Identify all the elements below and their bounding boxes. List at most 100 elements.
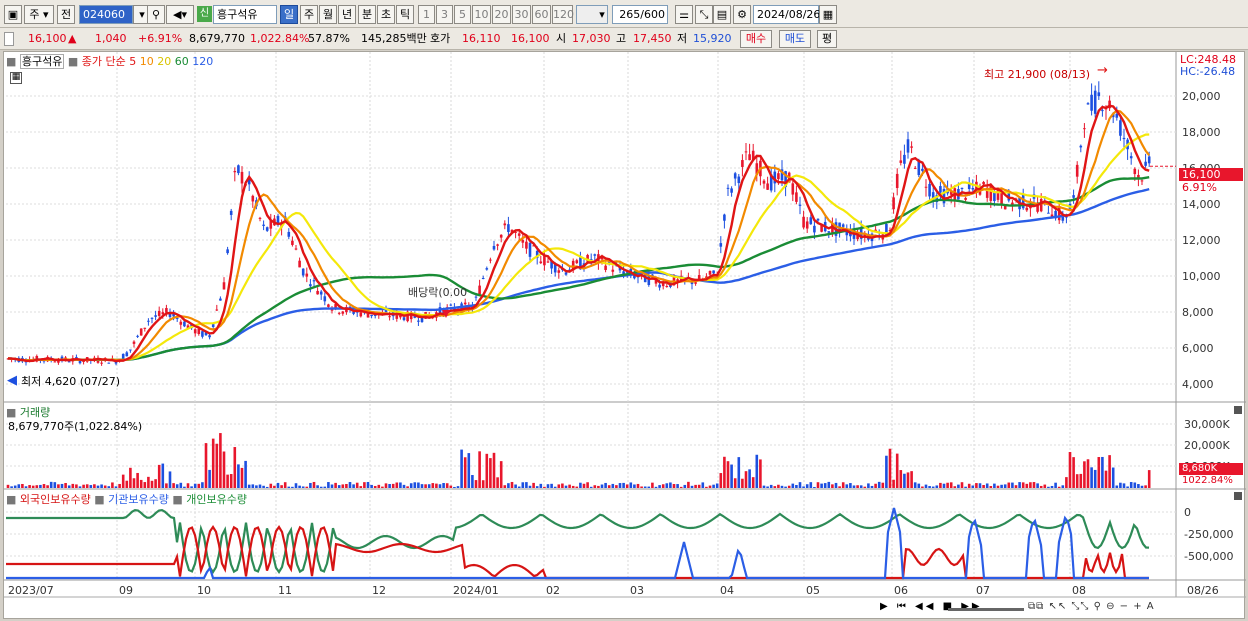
candle-body [327, 304, 330, 307]
volume-bar [553, 486, 557, 488]
period-year[interactable]: 년 [338, 5, 356, 24]
volume-bar [690, 485, 694, 488]
interval-1[interactable]: 1 [418, 5, 435, 24]
volume-bar [856, 485, 859, 488]
holder-close-icon[interactable] [1234, 492, 1242, 500]
volume-bar [759, 459, 762, 488]
interval-60[interactable]: 60 [532, 5, 551, 24]
volume-bar [665, 483, 669, 488]
zoom-controls[interactable]: ⧉⧉ ↖↖ ⤡⤡ ⚲ ⊖ − + A [1028, 601, 1155, 612]
volume-bar [219, 433, 222, 488]
calendar-icon[interactable]: ▦ [819, 5, 837, 24]
candle-body [226, 249, 229, 254]
interval-120[interactable]: 120 [552, 5, 574, 24]
volume-bar [568, 484, 571, 488]
candle-body [463, 302, 467, 305]
chart-area[interactable]: 20,00018,00016,00014,00012,00010,0008,00… [3, 51, 1246, 620]
interval-3[interactable]: 3 [436, 5, 453, 24]
save-icon[interactable]: ▤ [713, 5, 731, 24]
candle-body [237, 165, 240, 174]
volume-bar [262, 485, 265, 488]
volume-bar [881, 482, 885, 488]
high-price: 17,450 [633, 32, 672, 45]
period-month[interactable]: 월 [319, 5, 337, 24]
volume-bar [420, 484, 424, 488]
candle-body [712, 270, 715, 274]
institution-holding-line [6, 507, 1149, 580]
candle-body [1119, 120, 1122, 136]
volume-bar [622, 482, 625, 488]
volume-bar [391, 483, 395, 488]
period-week[interactable]: 주 [300, 5, 318, 24]
volume-bar [629, 482, 633, 488]
candle-body [708, 270, 712, 275]
date-field[interactable]: 2024/08/26 [753, 5, 820, 24]
crosshair-icon[interactable]: ⤡ [695, 5, 713, 24]
volume-bar [301, 486, 305, 488]
candle-body [507, 224, 510, 233]
scroll-slider[interactable] [948, 608, 1024, 611]
chart-canvas[interactable]: 20,00018,00016,00014,00012,00010,0008,00… [4, 52, 1246, 620]
volume-bar [489, 458, 492, 488]
settings-icon[interactable]: ⚙ [733, 5, 751, 24]
volume-bar [413, 482, 417, 488]
search-icon[interactable]: ⚲ [147, 5, 165, 24]
quote-checkbox[interactable] [4, 32, 14, 46]
candle-body [1047, 212, 1050, 214]
page-count-field[interactable]: 265/600 [612, 5, 668, 24]
table-toggle-icon[interactable]: ▦ [10, 72, 22, 84]
candle-body [154, 315, 157, 317]
volume-bar [748, 469, 751, 488]
volume-bar [24, 486, 28, 488]
candle-body [125, 352, 129, 357]
candle-body [809, 217, 813, 225]
period-second[interactable]: 초 [377, 5, 395, 24]
volume-bar [96, 485, 100, 488]
volume-bar [870, 485, 874, 488]
volume-bar [532, 482, 535, 488]
prev-button[interactable]: 전 [57, 5, 75, 24]
sell-button[interactable]: 매도 [779, 30, 811, 48]
volume-bar [787, 485, 791, 488]
interval-20[interactable]: 20 [492, 5, 511, 24]
volume-tick-label: 30,000K [1184, 418, 1230, 431]
period-tick[interactable]: 틱 [396, 5, 414, 24]
volume-bar [964, 486, 967, 488]
period-minute[interactable]: 분 [358, 5, 376, 24]
period-day[interactable]: 일 [280, 5, 298, 24]
candle-body [733, 173, 737, 179]
candle-body [539, 261, 543, 264]
buy-button[interactable]: 매수 [740, 30, 772, 48]
interval-10[interactable]: 10 [472, 5, 491, 24]
candle-body [906, 139, 910, 153]
volume-bar [978, 483, 982, 488]
candle-type-icon[interactable]: ⚌ [675, 5, 693, 24]
interval-dropdown-icon[interactable]: ▾ [593, 6, 611, 23]
volume-bar [193, 483, 197, 488]
volume-bar [888, 448, 892, 488]
low-label: 저 [677, 32, 688, 45]
volume-bar [294, 483, 298, 488]
market-selector[interactable]: 주 ▾ [24, 5, 54, 24]
volume-bar [417, 482, 420, 488]
candle-body [478, 285, 481, 295]
candle-body [546, 261, 550, 263]
legend-ma5: 종가 단순 5 [81, 55, 137, 68]
stock-code-input[interactable]: 024060 [79, 5, 133, 24]
speaker-icon[interactable]: ◀▾ [166, 5, 194, 24]
price-panel [6, 81, 1176, 366]
volume-bar [874, 483, 877, 488]
new-badge: 신 [197, 6, 212, 22]
window-menu-icon[interactable]: ▣ [4, 5, 22, 24]
volume-bar [125, 480, 129, 488]
price-tick-label: 6,000 [1182, 342, 1214, 355]
interval-5[interactable]: 5 [454, 5, 471, 24]
volume-bar [939, 482, 942, 488]
volume-bar [784, 486, 787, 488]
candle-body [251, 195, 255, 202]
volume-close-icon[interactable] [1234, 406, 1242, 414]
avg-button[interactable]: 평 [817, 30, 837, 48]
interval-30[interactable]: 30 [512, 5, 531, 24]
volume-bar [687, 481, 690, 488]
volume-bar [1043, 484, 1047, 488]
